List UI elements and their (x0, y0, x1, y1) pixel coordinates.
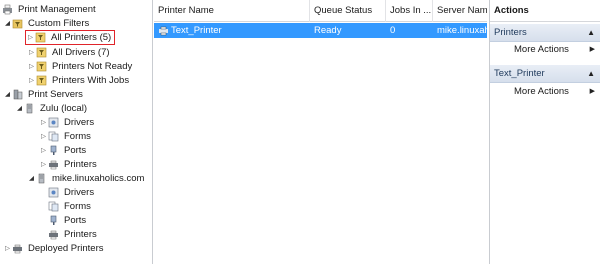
tree-item-label: Print Servers (28, 89, 83, 100)
tree-item-label: Print Management (18, 4, 96, 15)
filter-icon (36, 75, 47, 86)
tree-item-label: mike.linuxaholics.com (52, 173, 145, 184)
submenu-arrow-icon: ▶ (589, 88, 595, 95)
more-actions-label: More Actions (514, 86, 569, 97)
column-header-printer-name[interactable]: Printer Name (154, 0, 310, 22)
actions-title: Actions (490, 0, 600, 22)
tree-item-zulu-forms[interactable]: ▷ Forms (39, 130, 93, 143)
collapse-arrow-icon[interactable]: ▷ (39, 130, 48, 143)
server-icon (26, 103, 33, 114)
filter-icon (35, 32, 46, 43)
tree-item-print-management[interactable]: Print Management (2, 3, 98, 16)
drivers-icon (48, 117, 59, 128)
collapse-section-icon[interactable]: ▲ (587, 65, 595, 83)
printer-list: Printer Name Queue Status Jobs In ... Se… (154, 0, 487, 264)
expand-arrow-icon[interactable]: ◢ (3, 17, 12, 30)
tree-item-custom-filters[interactable]: ◢ Custom Filters (3, 17, 91, 30)
actions-pane: Actions Printers ▲ More Actions ▶ Text_P… (489, 0, 600, 264)
tree-item-mike-printers[interactable]: Printers (48, 228, 99, 241)
tree-item-zulu-printers[interactable]: ▷ Printers (39, 158, 99, 171)
collapse-arrow-icon[interactable]: ▷ (27, 46, 36, 59)
filter-icon (36, 61, 47, 72)
tree-item-label: Custom Filters (28, 18, 90, 29)
column-header-queue-status[interactable]: Queue Status (310, 0, 386, 22)
tree-item-deployed-printers[interactable]: ▷ Deployed Printers (3, 242, 106, 255)
cell-server-name: mike.linuxaholics.com (437, 25, 487, 36)
print-servers-icon (13, 89, 23, 100)
collapse-arrow-icon[interactable]: ▷ (3, 242, 12, 255)
collapse-arrow-icon[interactable]: ▷ (39, 144, 48, 157)
tree-item-label: Printers Not Ready (52, 61, 133, 72)
list-header: Printer Name Queue Status Jobs In ... Se… (154, 0, 487, 22)
actions-section-printers[interactable]: Printers ▲ (490, 24, 600, 42)
more-actions-text-printer[interactable]: More Actions ▶ (490, 84, 600, 100)
tree-item-label: Printers With Jobs (52, 75, 130, 86)
collapse-section-icon[interactable]: ▲ (587, 24, 595, 42)
server-icon (38, 173, 45, 184)
drivers-icon (48, 187, 59, 198)
tree-item-zulu-drivers[interactable]: ▷ Drivers (39, 116, 96, 129)
tree-item-all-printers[interactable]: ▷ All Printers (5) (25, 30, 116, 45)
navigation-tree: Print Management ◢ Custom Filters ▷ All … (0, 0, 153, 264)
printer-icon (13, 244, 22, 254)
expand-arrow-icon[interactable]: ◢ (15, 102, 24, 115)
cell-jobs: 0 (390, 25, 396, 36)
tree-item-label: Ports (64, 145, 87, 156)
forms-icon (48, 131, 59, 142)
tree-item-label: All Drivers (7) (52, 47, 110, 58)
tree-item-label: Ports (64, 215, 87, 226)
tree-item-label: Printers (64, 159, 97, 170)
cell-printer-name: Text_Printer (171, 25, 222, 36)
tree-item-label: Zulu (local) (40, 103, 87, 114)
cell-queue-status: Ready (314, 25, 342, 36)
filter-icon (36, 47, 47, 58)
actions-section-label: Printers (494, 27, 527, 38)
expand-arrow-icon[interactable]: ◢ (3, 88, 12, 101)
tree-item-label: Deployed Printers (28, 243, 104, 254)
submenu-arrow-icon: ▶ (589, 46, 595, 53)
actions-section-label: Text_Printer (494, 68, 545, 79)
tree-item-label: All Printers (5) (51, 32, 112, 43)
actions-section-text-printer[interactable]: Text_Printer ▲ (490, 65, 600, 83)
collapse-arrow-icon[interactable]: ▷ (26, 31, 35, 44)
collapse-arrow-icon[interactable]: ▷ (27, 74, 36, 87)
tree-item-zulu-ports[interactable]: ▷ Ports (39, 144, 88, 157)
tree-item-mike-server[interactable]: ◢ mike.linuxaholics.com (27, 172, 146, 185)
expand-arrow-icon[interactable]: ◢ (27, 172, 36, 185)
ports-icon (50, 215, 57, 225)
tree-item-print-servers[interactable]: ◢ Print Servers (3, 88, 85, 101)
tree-item-zulu-local[interactable]: ◢ Zulu (local) (15, 102, 89, 115)
printer-icon (49, 160, 58, 170)
tree-item-mike-drivers[interactable]: Drivers (48, 186, 96, 199)
print-management-icon (3, 4, 12, 15)
ports-icon (50, 145, 57, 155)
tree-item-label: Forms (64, 131, 91, 142)
collapse-arrow-icon[interactable]: ▷ (39, 158, 48, 171)
tree-item-label: Drivers (64, 117, 95, 128)
table-row[interactable]: Text_Printer Ready 0 mike.linuxaholics.c… (154, 23, 487, 38)
collapse-arrow-icon[interactable]: ▷ (27, 60, 36, 73)
printer-icon (159, 26, 168, 36)
forms-icon (48, 201, 59, 212)
tree-item-label: Forms (64, 201, 91, 212)
collapse-arrow-icon[interactable]: ▷ (39, 116, 48, 129)
tree-item-label: Drivers (64, 187, 95, 198)
filter-folder-icon (12, 19, 23, 29)
column-header-jobs[interactable]: Jobs In ... (386, 0, 433, 22)
more-actions-label: More Actions (514, 44, 569, 55)
more-actions-printers[interactable]: More Actions ▶ (490, 42, 600, 58)
tree-item-mike-ports[interactable]: Ports (48, 214, 88, 227)
printer-icon (49, 230, 58, 240)
column-header-server-name[interactable]: Server Nam (433, 0, 487, 22)
tree-item-label: Printers (64, 229, 97, 240)
tree-item-all-drivers[interactable]: ▷ All Drivers (7) (27, 46, 112, 59)
tree-item-mike-forms[interactable]: Forms (48, 200, 93, 213)
tree-item-printers-with-jobs[interactable]: ▷ Printers With Jobs (27, 74, 131, 87)
tree-item-printers-not-ready[interactable]: ▷ Printers Not Ready (27, 60, 134, 73)
